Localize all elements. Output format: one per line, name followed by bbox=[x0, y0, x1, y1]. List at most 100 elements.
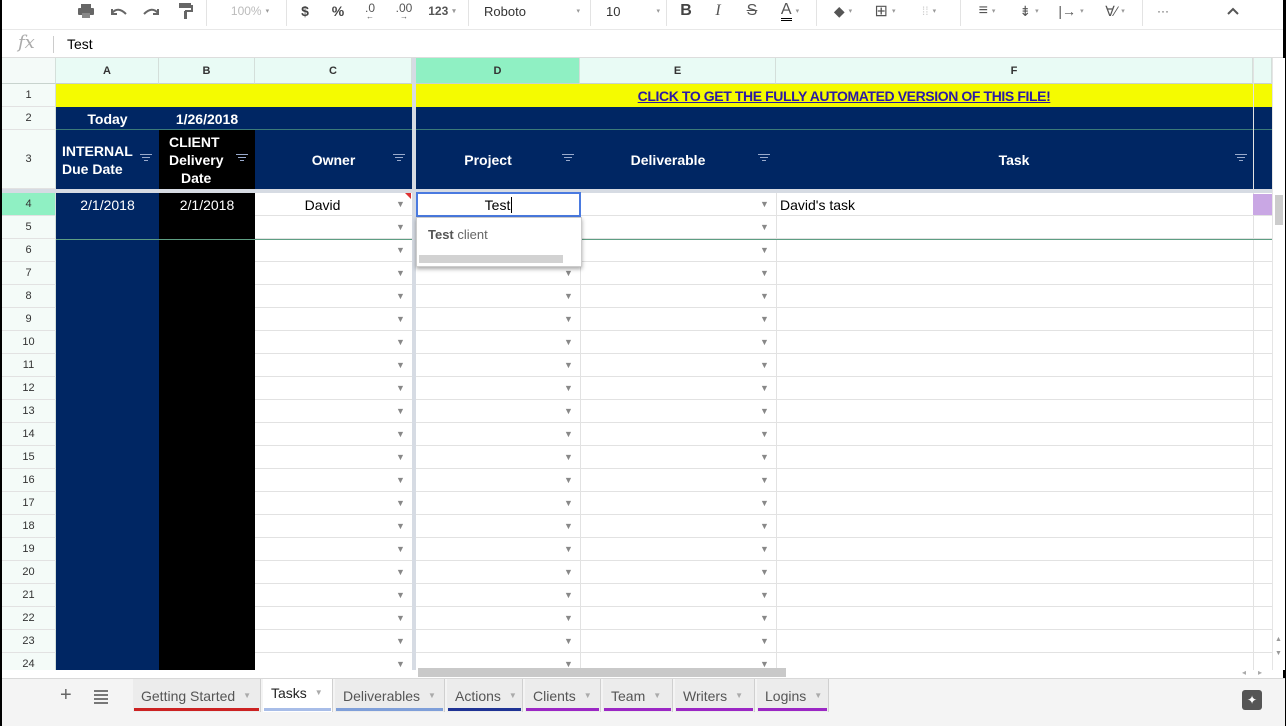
frozen-row-divider[interactable] bbox=[2, 189, 1272, 193]
collapse-toolbar-button[interactable] bbox=[1224, 0, 1242, 22]
project-dropdown-arrow-icon[interactable]: ▼ bbox=[564, 406, 573, 416]
sheet-tab-actions[interactable]: Actions ▼ bbox=[447, 679, 523, 712]
scroll-down-icon[interactable]: ▼ bbox=[1275, 650, 1282, 657]
sheet-tab-logins[interactable]: Logins ▼ bbox=[757, 679, 829, 712]
project-dropdown-arrow-icon[interactable]: ▼ bbox=[564, 567, 573, 577]
project-dropdown-arrow-icon[interactable]: ▼ bbox=[564, 613, 573, 623]
project-dropdown-arrow-icon[interactable]: ▼ bbox=[564, 452, 573, 462]
deliverable-dropdown-arrow-icon[interactable]: ▼ bbox=[760, 291, 769, 301]
deliverable-dropdown-arrow-icon[interactable]: ▼ bbox=[760, 406, 769, 416]
owner-dropdown-arrow-icon[interactable]: ▼ bbox=[396, 636, 405, 646]
bold-button[interactable]: B bbox=[678, 0, 694, 22]
add-sheet-button[interactable]: + bbox=[60, 684, 72, 707]
project-dropdown-arrow-icon[interactable]: ▼ bbox=[564, 544, 573, 554]
increase-decimal-button[interactable]: .00 → bbox=[392, 0, 416, 22]
project-dropdown-arrow-icon[interactable]: ▼ bbox=[564, 498, 573, 508]
vertical-align-button[interactable]: ⇟ ▾ bbox=[1012, 0, 1046, 22]
row-header-23[interactable]: 23 bbox=[2, 630, 56, 653]
row-header-5[interactable]: 5 bbox=[2, 216, 56, 239]
text-color-button[interactable]: A ▾ bbox=[774, 0, 806, 22]
project-dropdown-arrow-icon[interactable]: ▼ bbox=[564, 314, 573, 324]
owner-dropdown-arrow-icon[interactable]: ▼ bbox=[396, 429, 405, 439]
deliverable-dropdown-arrow-icon[interactable]: ▼ bbox=[760, 245, 769, 255]
deliverable-dropdown-arrow-icon[interactable]: ▼ bbox=[760, 383, 769, 393]
owner-dropdown-arrow-icon[interactable]: ▼ bbox=[396, 383, 405, 393]
deliverable-dropdown-arrow-icon[interactable]: ▼ bbox=[760, 429, 769, 439]
project-dropdown-arrow-icon[interactable]: ▼ bbox=[564, 268, 573, 278]
owner-dropdown-arrow-icon[interactable]: ▼ bbox=[396, 567, 405, 577]
decrease-decimal-button[interactable]: .0 ← bbox=[360, 0, 380, 22]
autocomplete-scrollbar[interactable] bbox=[419, 255, 563, 263]
column-header-d[interactable]: D bbox=[416, 58, 580, 84]
chevron-down-icon[interactable]: ▼ bbox=[814, 691, 822, 700]
text-rotation-button[interactable]: ∀⁄ ▾ bbox=[1098, 0, 1132, 22]
project-dropdown-arrow-icon[interactable]: ▼ bbox=[564, 291, 573, 301]
redo-icon[interactable] bbox=[140, 0, 162, 22]
strikethrough-button[interactable]: S bbox=[744, 0, 760, 22]
row-header-15[interactable]: 15 bbox=[2, 446, 56, 469]
more-options-button[interactable]: ··· bbox=[1152, 0, 1174, 22]
row-header-9[interactable]: 9 bbox=[2, 308, 56, 331]
row-header-10[interactable]: 10 bbox=[2, 331, 56, 354]
owner-dropdown-arrow-icon[interactable]: ▼ bbox=[396, 544, 405, 554]
project-dropdown-arrow-icon[interactable]: ▼ bbox=[564, 383, 573, 393]
deliverable-dropdown-arrow-icon[interactable]: ▼ bbox=[760, 360, 769, 370]
deliverable-dropdown-arrow-icon[interactable]: ▼ bbox=[760, 199, 769, 209]
scroll-right-icon[interactable]: ▸ bbox=[1258, 668, 1262, 677]
row-header-19[interactable]: 19 bbox=[2, 538, 56, 561]
owner-dropdown-arrow-icon[interactable]: ▼ bbox=[396, 613, 405, 623]
horizontal-scroll-thumb[interactable] bbox=[418, 668, 786, 677]
cell-g4[interactable] bbox=[1253, 194, 1272, 215]
deliverable-dropdown-arrow-icon[interactable]: ▼ bbox=[760, 314, 769, 324]
horizontal-align-button[interactable]: ≡ ▾ bbox=[970, 0, 1004, 22]
deliverable-dropdown-arrow-icon[interactable]: ▼ bbox=[760, 498, 769, 508]
chevron-down-icon[interactable]: ▼ bbox=[428, 691, 436, 700]
borders-button[interactable]: ⊞ ▾ bbox=[868, 0, 902, 22]
owner-dropdown-arrow-icon[interactable]: ▼ bbox=[396, 521, 405, 531]
deliverable-dropdown-arrow-icon[interactable]: ▼ bbox=[760, 613, 769, 623]
owner-dropdown-arrow-icon[interactable]: ▼ bbox=[396, 452, 405, 462]
font-size-select[interactable]: 10 ▾ bbox=[602, 0, 660, 22]
row-header-20[interactable]: 20 bbox=[2, 561, 56, 584]
row-header-18[interactable]: 18 bbox=[2, 515, 56, 538]
column-header-f[interactable]: F bbox=[776, 58, 1253, 84]
owner-dropdown-arrow-icon[interactable]: ▼ bbox=[396, 222, 405, 232]
owner-dropdown-arrow-icon[interactable]: ▼ bbox=[396, 498, 405, 508]
filter-icon[interactable] bbox=[758, 154, 770, 164]
row-header-8[interactable]: 8 bbox=[2, 285, 56, 308]
deliverable-dropdown-arrow-icon[interactable]: ▼ bbox=[760, 544, 769, 554]
row-header-14[interactable]: 14 bbox=[2, 423, 56, 446]
chevron-down-icon[interactable]: ▼ bbox=[509, 691, 517, 700]
filter-icon[interactable] bbox=[393, 154, 405, 164]
scroll-left-icon[interactable]: ◂ bbox=[1242, 668, 1246, 677]
chevron-down-icon[interactable]: ▼ bbox=[653, 691, 661, 700]
currency-button[interactable]: $ bbox=[298, 0, 312, 22]
deliverable-dropdown-arrow-icon[interactable]: ▼ bbox=[760, 521, 769, 531]
owner-dropdown-arrow-icon[interactable]: ▼ bbox=[396, 475, 405, 485]
column-header-c[interactable]: C bbox=[255, 58, 412, 84]
sheet-tab-deliverables[interactable]: Deliverables ▼ bbox=[335, 679, 445, 712]
cell-c4[interactable]: David bbox=[255, 193, 390, 216]
deliverable-dropdown-arrow-icon[interactable]: ▼ bbox=[760, 475, 769, 485]
row-header-6[interactable]: 6 bbox=[2, 239, 56, 262]
row-header-4[interactable]: 4 bbox=[2, 193, 56, 216]
deliverable-dropdown-arrow-icon[interactable]: ▼ bbox=[760, 567, 769, 577]
owner-dropdown-arrow-icon[interactable]: ▼ bbox=[396, 337, 405, 347]
row-header-3[interactable]: 3 bbox=[2, 130, 56, 189]
frozen-column-divider[interactable] bbox=[412, 58, 416, 670]
deliverable-dropdown-arrow-icon[interactable]: ▼ bbox=[760, 337, 769, 347]
deliverable-dropdown-arrow-icon[interactable]: ▼ bbox=[760, 452, 769, 462]
owner-dropdown-arrow-icon[interactable]: ▼ bbox=[396, 245, 405, 255]
vertical-scrollbar[interactable]: ▲ ▼ bbox=[1272, 58, 1285, 670]
row-header-12[interactable]: 12 bbox=[2, 377, 56, 400]
chevron-down-icon[interactable]: ▼ bbox=[735, 691, 743, 700]
project-dropdown-arrow-icon[interactable]: ▼ bbox=[564, 590, 573, 600]
row-header-1[interactable]: 1 bbox=[2, 84, 56, 107]
print-icon[interactable] bbox=[76, 0, 96, 22]
column-header-b[interactable]: B bbox=[159, 58, 255, 84]
project-dropdown-arrow-icon[interactable]: ▼ bbox=[564, 475, 573, 485]
deliverable-dropdown-arrow-icon[interactable]: ▼ bbox=[760, 222, 769, 232]
row-header-16[interactable]: 16 bbox=[2, 469, 56, 492]
comment-indicator[interactable] bbox=[405, 193, 411, 199]
project-dropdown-arrow-icon[interactable]: ▼ bbox=[564, 521, 573, 531]
